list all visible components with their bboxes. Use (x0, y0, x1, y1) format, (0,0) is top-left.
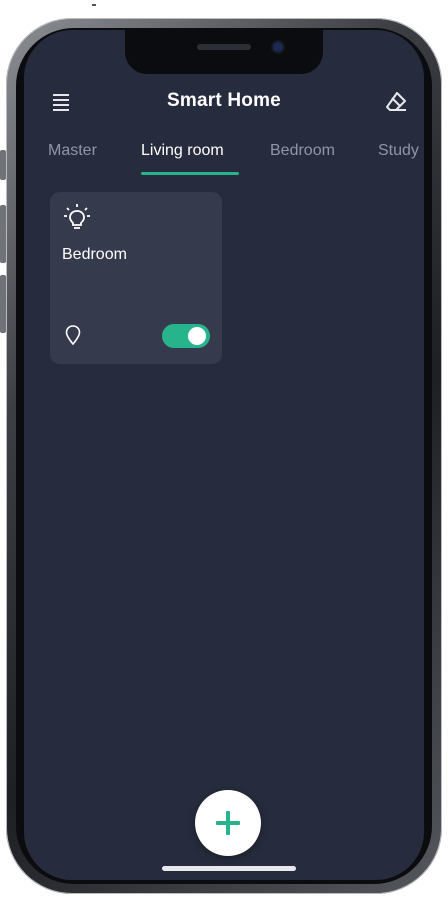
toggle-knob (188, 327, 206, 345)
device-card-bedroom[interactable]: Bedroom (50, 192, 222, 364)
device-name: Bedroom (62, 246, 127, 263)
speaker-grille (197, 44, 251, 50)
location-pin-icon (64, 324, 82, 346)
side-button-volume-down (0, 275, 6, 333)
tab-master[interactable]: Master (48, 142, 97, 160)
room-tabs: Master Living room Bedroom Study (24, 138, 424, 178)
power-toggle[interactable] (162, 324, 210, 348)
plus-icon (214, 809, 242, 837)
page-title: Smart Home (167, 90, 281, 111)
front-camera (273, 42, 283, 52)
lightbulb-icon (62, 202, 92, 232)
active-tab-indicator (141, 172, 239, 175)
tab-living-room[interactable]: Living room (141, 142, 224, 160)
eraser-icon[interactable] (384, 90, 408, 114)
app-screen: Smart Home Master Living room Bedroom St… (24, 30, 424, 880)
tab-bedroom[interactable]: Bedroom (270, 142, 335, 160)
decorative-mark (92, 4, 96, 6)
side-button-mute (0, 150, 6, 180)
add-device-button[interactable] (195, 790, 261, 856)
side-button-volume-up (0, 205, 6, 263)
app-header: Smart Home (24, 88, 424, 118)
tab-study[interactable]: Study (378, 142, 419, 160)
home-indicator[interactable] (162, 866, 296, 871)
notch (125, 30, 323, 74)
